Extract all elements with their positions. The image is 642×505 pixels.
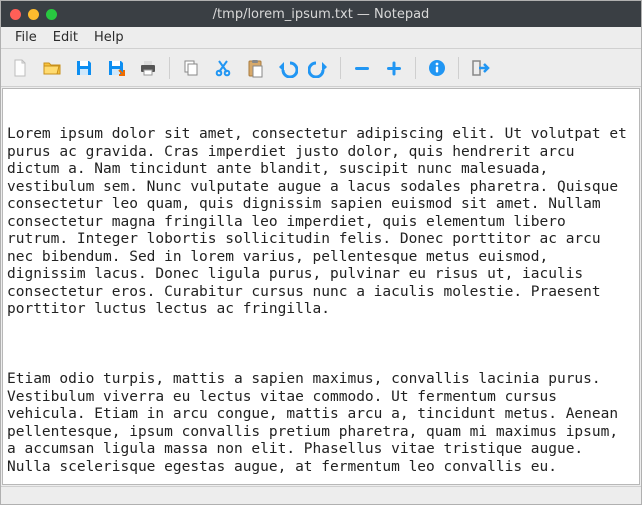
save-as-icon xyxy=(106,58,126,78)
menu-edit[interactable]: Edit xyxy=(45,28,86,47)
save-icon xyxy=(74,58,94,78)
toolbar-separator xyxy=(415,57,416,79)
exit-icon xyxy=(470,58,490,78)
redo-button[interactable] xyxy=(306,55,332,81)
window-controls xyxy=(1,9,57,20)
zoom-in-icon xyxy=(384,58,404,78)
cut-button[interactable] xyxy=(210,55,236,81)
new-file-button[interactable] xyxy=(7,55,33,81)
paste-button[interactable] xyxy=(242,55,268,81)
toolbar xyxy=(1,49,641,87)
cut-icon xyxy=(213,58,233,78)
paragraph[interactable]: Etiam odio turpis, mattis a sapien maxim… xyxy=(7,371,635,476)
paragraph[interactable]: Lorem ipsum dolor sit amet, consectetur … xyxy=(7,126,635,319)
exit-button[interactable] xyxy=(467,55,493,81)
zoom-out-button[interactable] xyxy=(349,55,375,81)
copy-icon xyxy=(181,58,201,78)
window-title: /tmp/lorem_ipsum.txt — Notepad xyxy=(1,7,641,22)
paste-icon xyxy=(245,58,265,78)
maximize-window-button[interactable] xyxy=(46,9,57,20)
menu-file[interactable]: File xyxy=(7,28,45,47)
copy-button[interactable] xyxy=(178,55,204,81)
redo-icon xyxy=(308,58,330,78)
undo-button[interactable] xyxy=(274,55,300,81)
undo-icon xyxy=(276,58,298,78)
close-window-button[interactable] xyxy=(10,9,21,20)
minimize-window-button[interactable] xyxy=(28,9,39,20)
toolbar-separator xyxy=(169,57,170,79)
save-as-button[interactable] xyxy=(103,55,129,81)
zoom-out-icon xyxy=(352,58,372,78)
open-file-button[interactable] xyxy=(39,55,65,81)
toolbar-separator xyxy=(458,57,459,79)
toolbar-separator xyxy=(340,57,341,79)
save-button[interactable] xyxy=(71,55,97,81)
statusbar xyxy=(1,486,641,504)
print-button[interactable] xyxy=(135,55,161,81)
app-window: /tmp/lorem_ipsum.txt — Notepad File Edit… xyxy=(0,0,642,505)
open-folder-icon xyxy=(42,58,62,78)
info-button[interactable] xyxy=(424,55,450,81)
info-icon xyxy=(427,58,447,78)
text-editor[interactable]: Lorem ipsum dolor sit amet, consectetur … xyxy=(2,88,640,485)
titlebar: /tmp/lorem_ipsum.txt — Notepad xyxy=(1,1,641,27)
editor-container: Lorem ipsum dolor sit amet, consectetur … xyxy=(1,87,641,486)
menu-help[interactable]: Help xyxy=(86,28,132,47)
zoom-in-button[interactable] xyxy=(381,55,407,81)
menubar: File Edit Help xyxy=(1,27,641,49)
print-icon xyxy=(138,58,158,78)
new-file-icon xyxy=(10,58,30,78)
